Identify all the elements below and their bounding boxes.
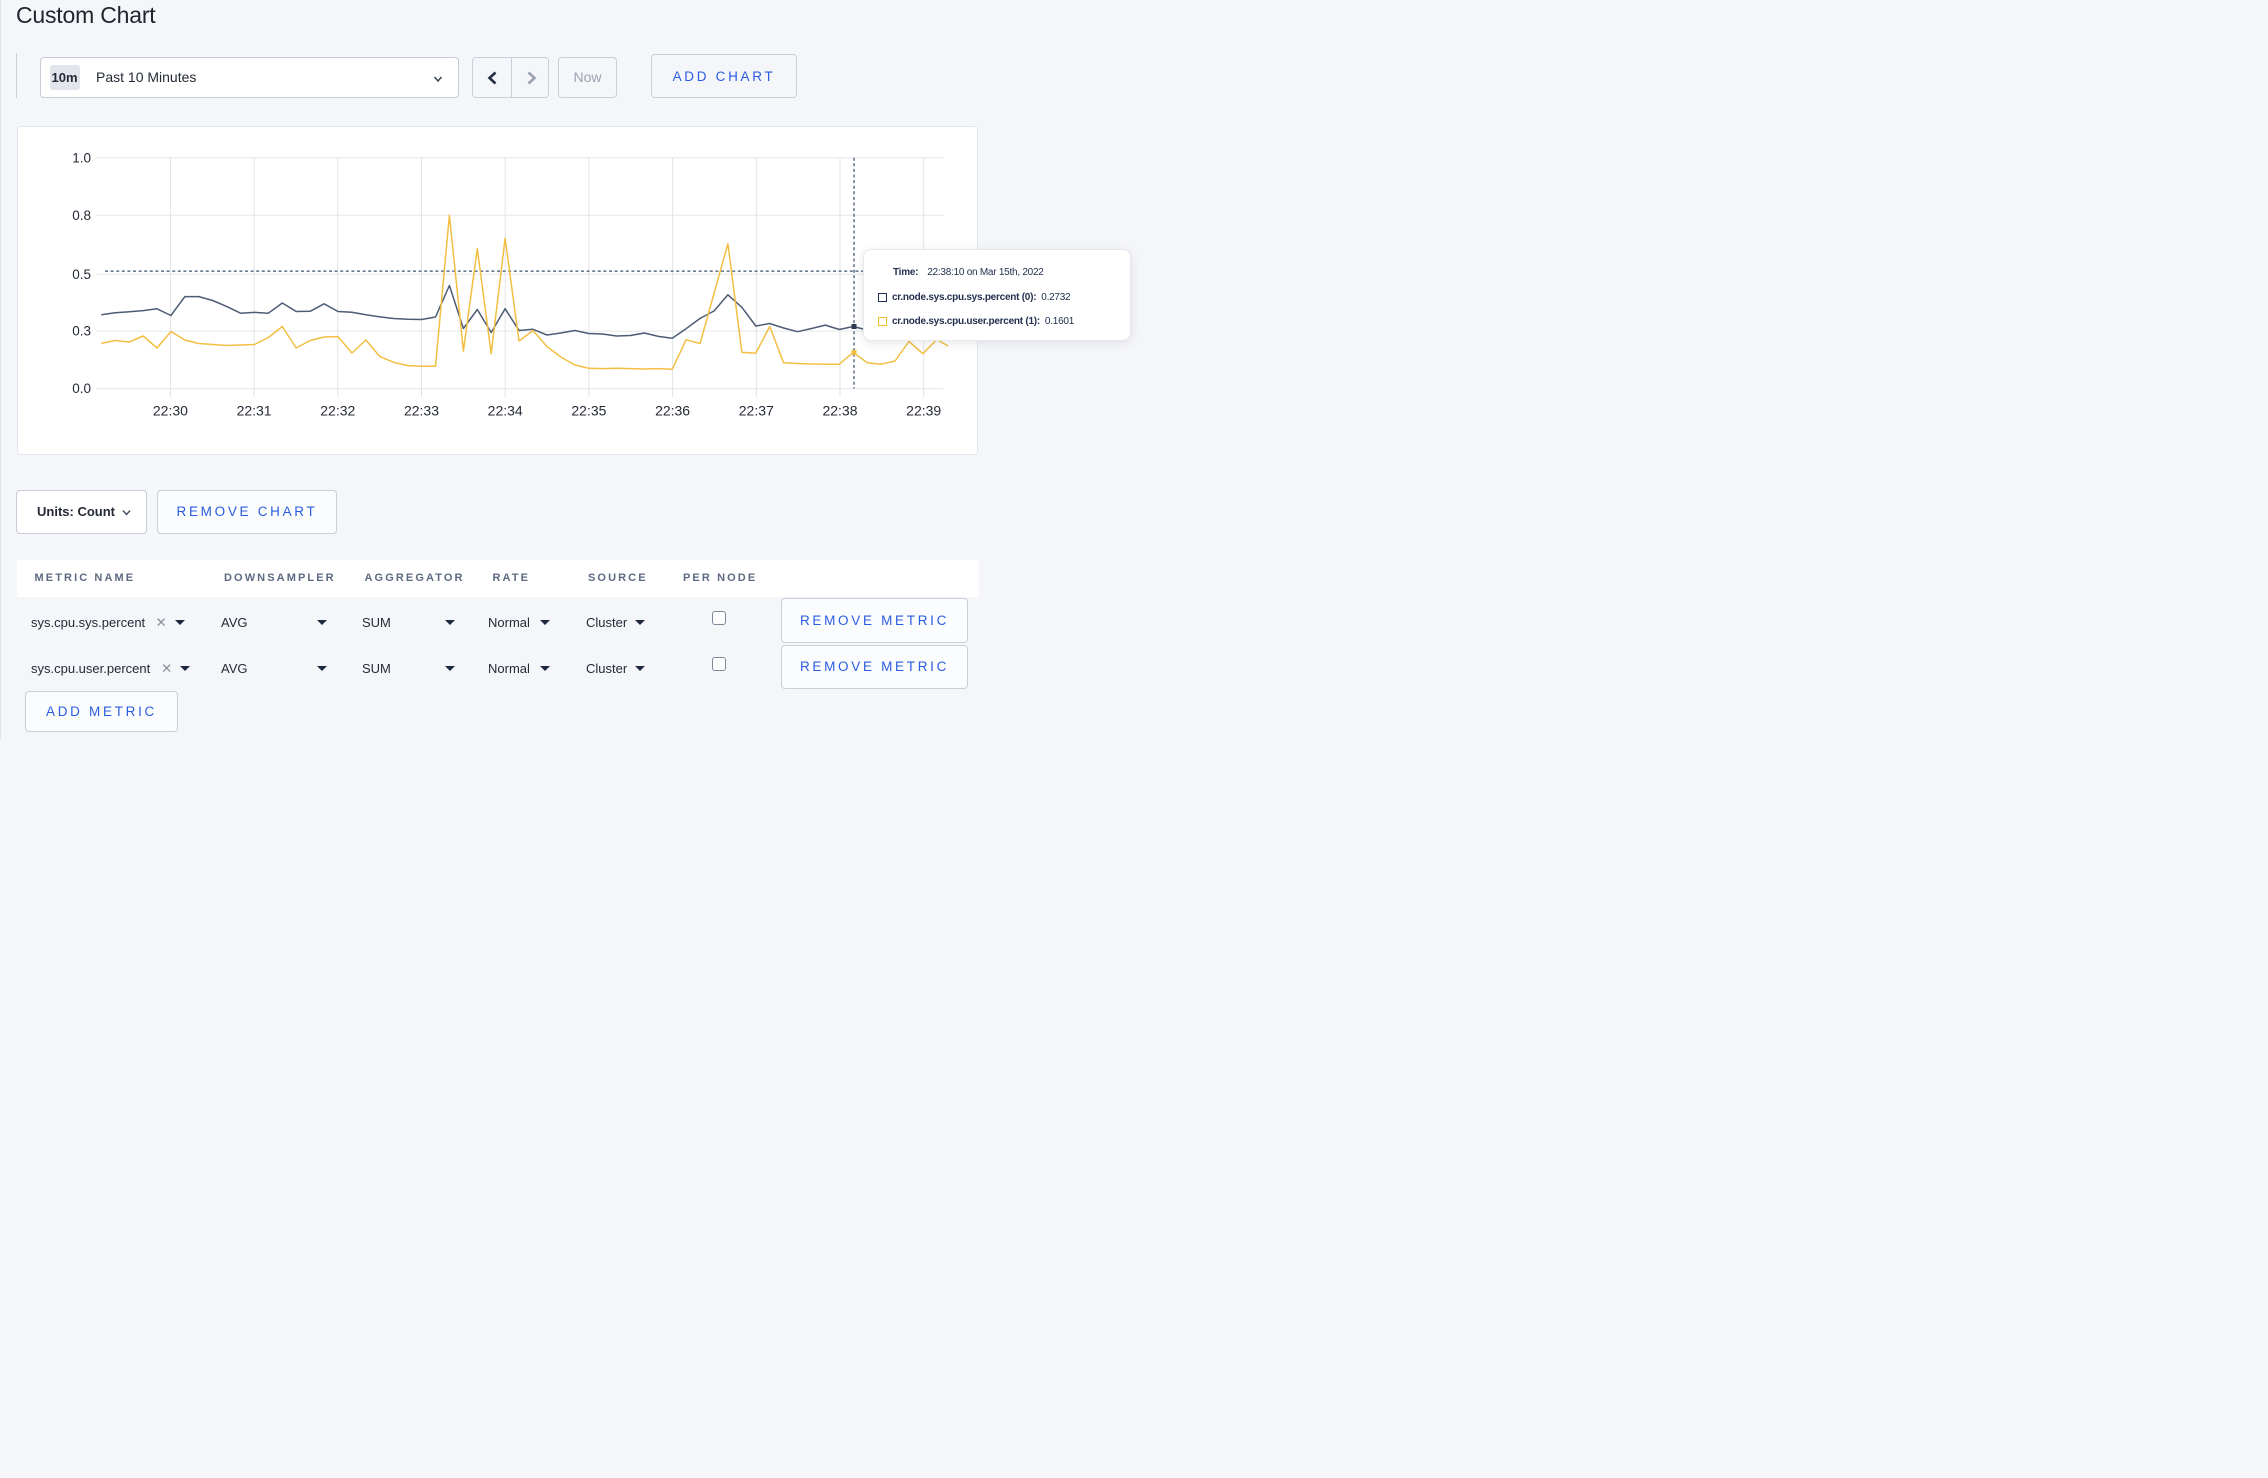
svg-text:22:35: 22:35 (571, 403, 606, 419)
svg-text:22:31: 22:31 (237, 403, 272, 419)
svg-text:1.0: 1.0 (72, 150, 91, 165)
svg-text:22:39: 22:39 (906, 403, 941, 419)
svg-text:22:38: 22:38 (822, 403, 857, 419)
svg-text:0.0: 0.0 (72, 381, 91, 396)
svg-text:0.3: 0.3 (72, 324, 91, 339)
svg-text:0.8: 0.8 (72, 208, 91, 223)
svg-text:22:32: 22:32 (320, 403, 355, 419)
svg-text:22:33: 22:33 (404, 403, 439, 419)
svg-text:22:34: 22:34 (488, 403, 523, 419)
svg-text:22:36: 22:36 (655, 403, 690, 419)
svg-text:22:30: 22:30 (153, 403, 188, 419)
svg-text:0.5: 0.5 (72, 267, 91, 282)
svg-text:22:37: 22:37 (739, 403, 774, 419)
